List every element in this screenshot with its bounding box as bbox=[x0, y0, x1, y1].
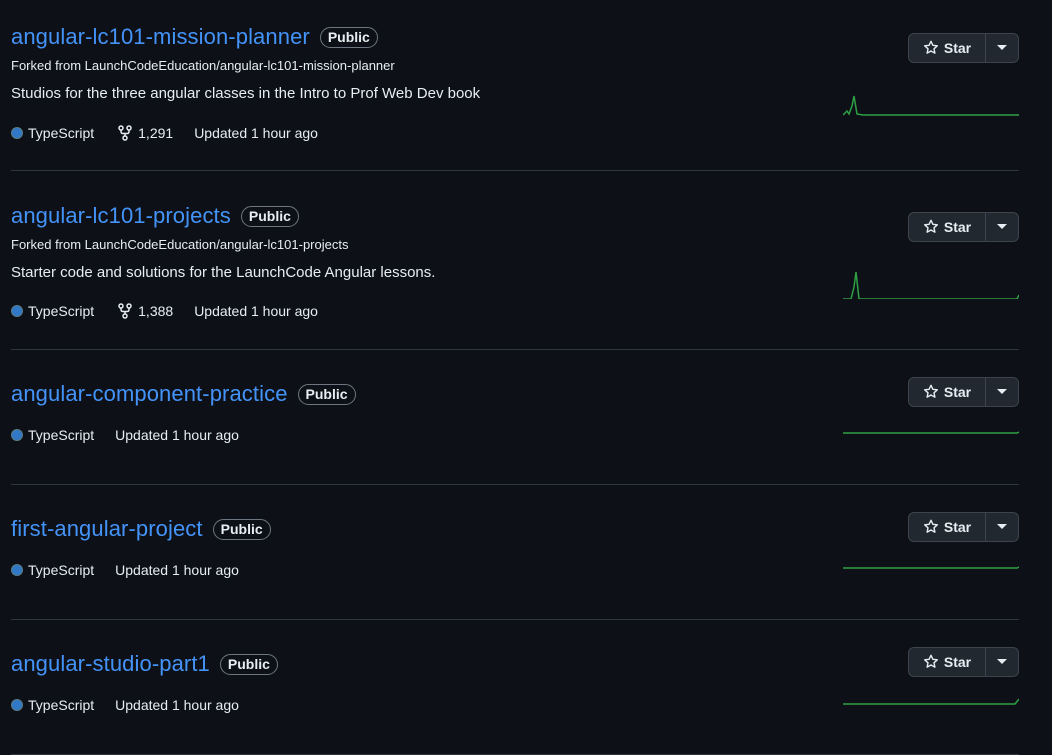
repo-name-link[interactable]: angular-component-practice bbox=[11, 381, 288, 407]
star-button[interactable]: Star bbox=[909, 648, 986, 676]
repo-title-row: angular-lc101-projects Public bbox=[11, 201, 299, 231]
repo-meta: TypeScript Updated 1 hour ago bbox=[11, 562, 239, 578]
star-button[interactable]: Star bbox=[909, 34, 986, 62]
repo-name-link[interactable]: angular-lc101-mission-planner bbox=[11, 24, 310, 50]
repo-item: first-angular-project Public TypeScript … bbox=[11, 512, 1019, 620]
star-label: Star bbox=[943, 519, 972, 535]
language-color-dot bbox=[11, 699, 23, 711]
repo-title-row: first-angular-project Public bbox=[11, 514, 271, 544]
repo-title-row: angular-lc101-mission-planner Public bbox=[11, 22, 378, 52]
updated-time: Updated 1 hour ago bbox=[115, 427, 239, 443]
fork-count: 1,388 bbox=[138, 303, 174, 319]
repo-meta: TypeScript 1,291 Updated 1 hour ago bbox=[11, 125, 318, 141]
fork-count-link[interactable]: 1,291 bbox=[118, 125, 173, 141]
star-button-group: Star bbox=[908, 212, 1019, 242]
activity-sparkline bbox=[843, 431, 1019, 434]
visibility-badge: Public bbox=[319, 26, 378, 48]
repo-item: angular-component-practice Public TypeSc… bbox=[11, 377, 1019, 485]
updated-time: Updated 1 hour ago bbox=[194, 303, 318, 319]
repo-item: angular-lc101-projects Public Forked fro… bbox=[11, 201, 1019, 350]
star-button-group: Star bbox=[908, 512, 1019, 542]
activity-sparkline bbox=[843, 95, 1019, 116]
star-list-dropdown[interactable] bbox=[986, 378, 1018, 406]
star-list-dropdown[interactable] bbox=[986, 34, 1018, 62]
star-icon bbox=[923, 519, 938, 533]
repo-forked-icon bbox=[118, 125, 132, 141]
activity-sparkline bbox=[843, 566, 1019, 569]
repo-meta: TypeScript Updated 1 hour ago bbox=[11, 697, 239, 713]
language: TypeScript bbox=[11, 427, 94, 443]
star-icon bbox=[923, 654, 938, 668]
language-color-dot bbox=[11, 564, 23, 576]
fork-count-link[interactable]: 1,388 bbox=[118, 303, 173, 319]
language-color-dot bbox=[11, 305, 23, 317]
language: TypeScript bbox=[11, 125, 94, 141]
repo-item: angular-studio-part1 Public TypeScript U… bbox=[11, 647, 1019, 755]
language-label: TypeScript bbox=[28, 562, 95, 578]
triangle-down-icon bbox=[997, 659, 1007, 664]
forked-from-text[interactable]: Forked from LaunchCodeEducation/angular-… bbox=[11, 58, 395, 73]
visibility-badge: Public bbox=[297, 383, 356, 405]
repo-title-row: angular-component-practice Public bbox=[11, 379, 356, 409]
star-icon bbox=[923, 384, 938, 398]
star-button[interactable]: Star bbox=[909, 378, 986, 406]
language-label: TypeScript bbox=[28, 427, 95, 443]
forked-from-text[interactable]: Forked from LaunchCodeEducation/angular-… bbox=[11, 237, 348, 252]
language-label: TypeScript bbox=[28, 125, 95, 141]
star-list-dropdown[interactable] bbox=[986, 513, 1018, 541]
repo-forked-icon bbox=[118, 303, 132, 319]
star-button-group: Star bbox=[908, 33, 1019, 63]
star-button[interactable]: Star bbox=[909, 213, 986, 241]
language: TypeScript bbox=[11, 303, 94, 319]
updated-time: Updated 1 hour ago bbox=[115, 697, 239, 713]
activity-sparkline bbox=[843, 698, 1019, 705]
language-label: TypeScript bbox=[28, 697, 95, 713]
activity-sparkline bbox=[843, 271, 1019, 299]
repo-item: angular-lc101-mission-planner Public For… bbox=[11, 22, 1019, 171]
language: TypeScript bbox=[11, 562, 94, 578]
star-list-dropdown[interactable] bbox=[986, 213, 1018, 241]
visibility-badge: Public bbox=[219, 653, 278, 675]
repo-meta: TypeScript 1,388 Updated 1 hour ago bbox=[11, 303, 318, 319]
triangle-down-icon bbox=[997, 389, 1007, 394]
repo-name-link[interactable]: first-angular-project bbox=[11, 516, 203, 542]
star-icon bbox=[923, 40, 938, 54]
language-color-dot bbox=[11, 127, 23, 139]
star-label: Star bbox=[943, 384, 972, 400]
star-button-group: Star bbox=[908, 377, 1019, 407]
visibility-badge: Public bbox=[212, 518, 271, 540]
repo-name-link[interactable]: angular-lc101-projects bbox=[11, 203, 231, 229]
repo-title-row: angular-studio-part1 Public bbox=[11, 649, 278, 679]
language: TypeScript bbox=[11, 697, 94, 713]
repo-description: Studios for the three angular classes in… bbox=[11, 85, 481, 102]
updated-time: Updated 1 hour ago bbox=[194, 125, 318, 141]
updated-time: Updated 1 hour ago bbox=[115, 562, 239, 578]
triangle-down-icon bbox=[997, 45, 1007, 50]
visibility-badge: Public bbox=[240, 205, 299, 227]
star-button-group: Star bbox=[908, 647, 1019, 677]
repo-meta: TypeScript Updated 1 hour ago bbox=[11, 427, 239, 443]
language-color-dot bbox=[11, 429, 23, 441]
star-label: Star bbox=[943, 219, 972, 235]
star-button[interactable]: Star bbox=[909, 513, 986, 541]
star-icon bbox=[923, 219, 938, 233]
triangle-down-icon bbox=[997, 224, 1007, 229]
language-label: TypeScript bbox=[28, 303, 95, 319]
star-label: Star bbox=[943, 40, 972, 56]
star-label: Star bbox=[943, 654, 972, 670]
repo-description: Starter code and solutions for the Launc… bbox=[11, 264, 436, 281]
repo-name-link[interactable]: angular-studio-part1 bbox=[11, 651, 210, 677]
triangle-down-icon bbox=[997, 524, 1007, 529]
star-list-dropdown[interactable] bbox=[986, 648, 1018, 676]
fork-count: 1,291 bbox=[138, 125, 174, 141]
